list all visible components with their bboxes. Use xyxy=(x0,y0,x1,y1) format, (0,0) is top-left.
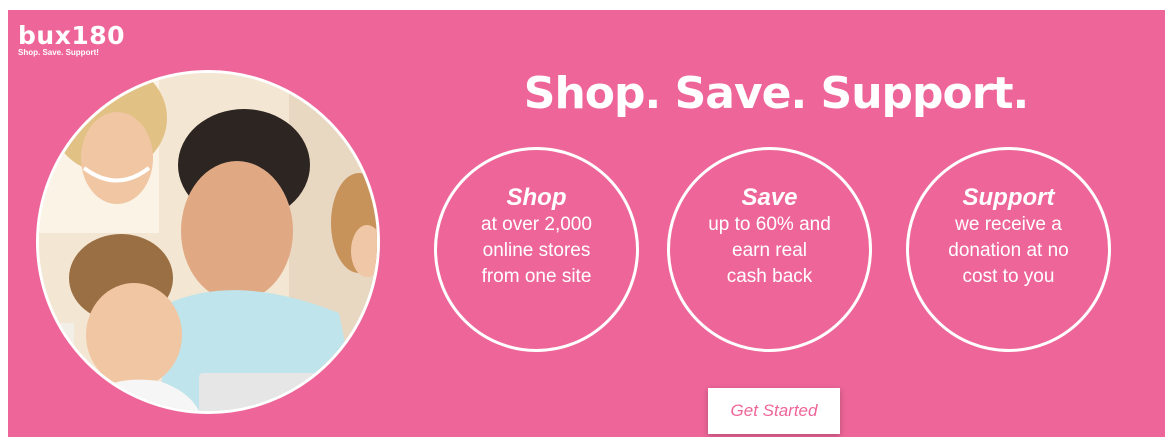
headline: Shop. Save. Support. xyxy=(523,68,1029,119)
logo-wordmark: bux180 xyxy=(18,21,126,50)
feature-circle-support: Support we receive a donation at no cost… xyxy=(906,147,1111,352)
feature-description: at over 2,000 online stores from one sit… xyxy=(481,214,592,287)
feature-circle-shop: Shop at over 2,000 online stores from on… xyxy=(434,147,639,352)
feature-description: we receive a donation at no cost to you xyxy=(948,214,1069,287)
brand-logo[interactable]: bux180 Shop. Save. Support! xyxy=(18,21,126,58)
feature-description: up to 60% and earn real cash back xyxy=(708,214,831,287)
get-started-button[interactable]: Get Started xyxy=(708,388,840,434)
feature-title: Shop xyxy=(506,184,567,211)
hero-banner: bux180 Shop. Save. Support! Shop. Save. … xyxy=(8,10,1165,437)
feature-title: Save xyxy=(741,184,798,211)
family-photo xyxy=(36,70,380,414)
feature-circle-save: Save up to 60% and earn real cash back xyxy=(667,147,872,352)
feature-title: Support xyxy=(962,184,1055,211)
